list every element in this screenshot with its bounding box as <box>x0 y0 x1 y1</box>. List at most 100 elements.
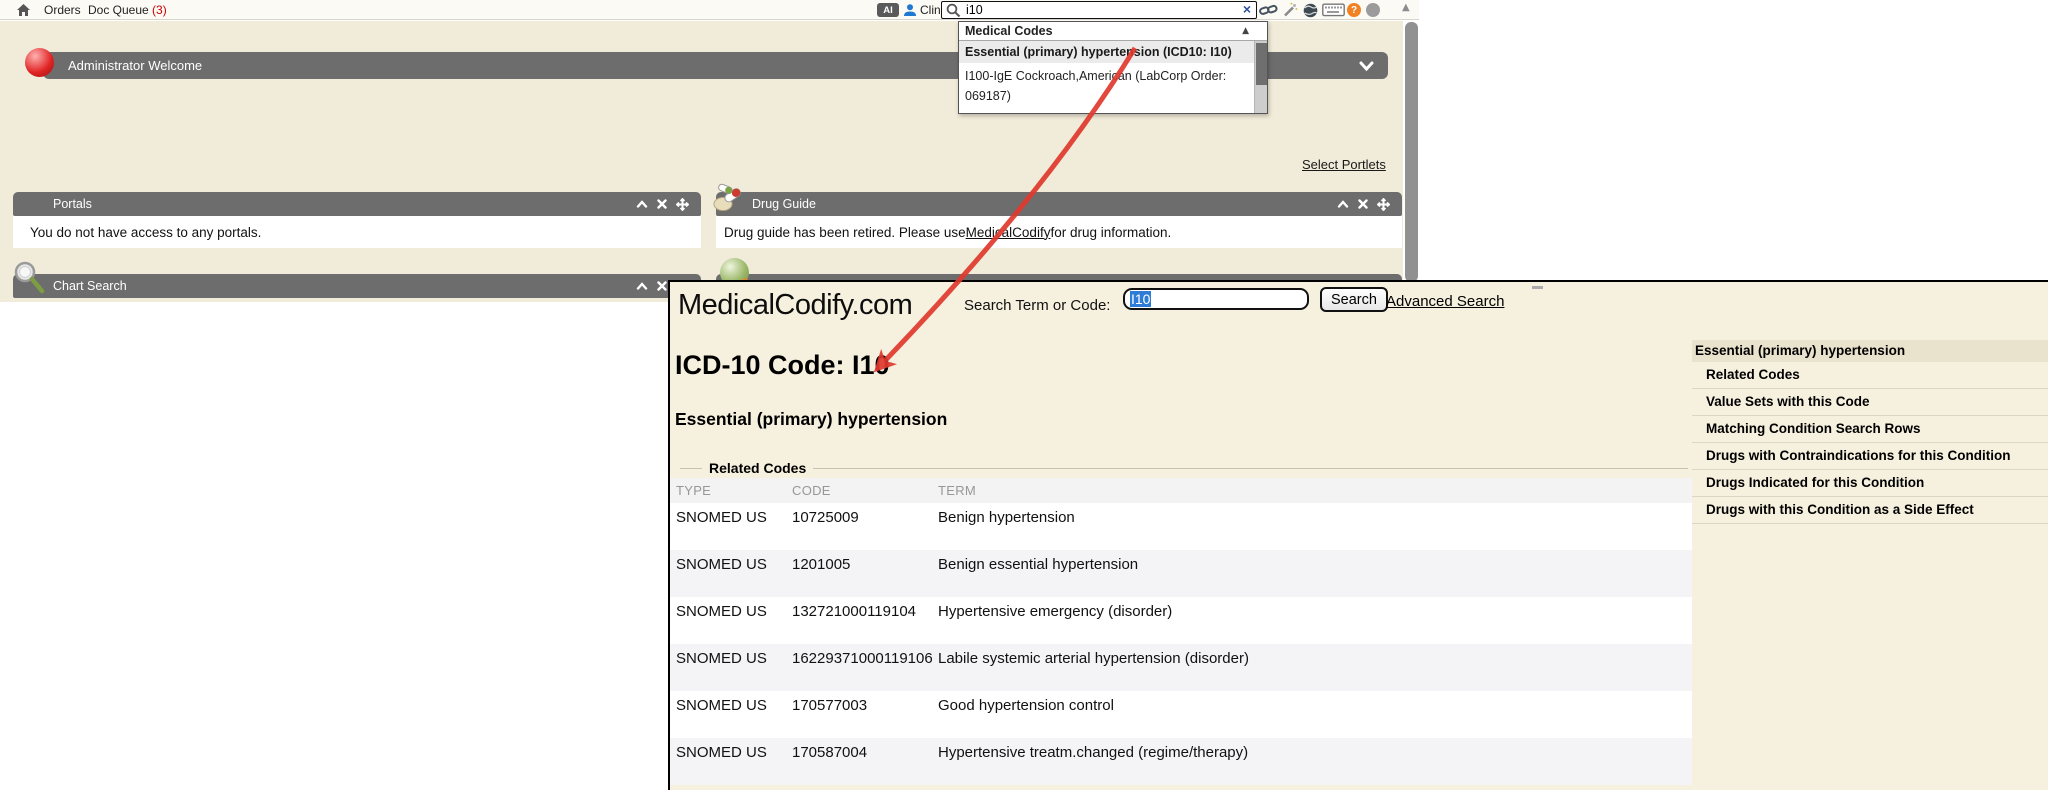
collapse-icon[interactable] <box>636 282 648 290</box>
top-toolbar: Orders Doc Queue (3) AI Clin × ? <box>0 0 1419 20</box>
sidebar-link[interactable]: Value Sets with this Code <box>1692 389 2048 416</box>
suggestion-item[interactable]: I100-IgE Cockroach,American (LabCorp Ord… <box>959 63 1255 113</box>
pills-icon <box>712 182 746 218</box>
sidebar-link[interactable]: Drugs with Contraindications for this Co… <box>1692 443 2048 470</box>
status-dot-icon <box>1366 3 1380 17</box>
table-cell: 132721000119104 <box>788 602 934 644</box>
drug-guide-text: Drug guide has been retired. Please use <box>724 225 966 240</box>
related-codes-table-body: SNOMED US10725009Benign hypertensionSNOM… <box>670 503 1692 785</box>
table-cell: 16229371000119106 <box>788 649 934 691</box>
dropdown-scrollbar[interactable] <box>1254 41 1267 113</box>
user-label: Clin <box>920 0 941 20</box>
move-icon[interactable] <box>1377 198 1390 211</box>
table-cell: Benign hypertension <box>934 508 1692 550</box>
table-row: SNOMED US10725009Benign hypertension <box>670 503 1692 550</box>
related-codes-table: TYPE CODE TERM SNOMED US10725009Benign h… <box>670 478 1692 785</box>
wand-icon[interactable] <box>1282 0 1298 20</box>
nav-doc-queue[interactable]: Doc Queue (3) <box>88 0 167 20</box>
scroll-up-arrow[interactable]: ▲ <box>1402 2 1410 13</box>
help-icon[interactable]: ? <box>1347 3 1361 17</box>
sidebar-link[interactable]: Drugs with this Condition as a Side Effe… <box>1692 497 2048 524</box>
doc-queue-label: Doc Queue <box>88 3 149 17</box>
link-icon[interactable] <box>1259 0 1278 20</box>
drug-guide-text: for drug information. <box>1050 225 1171 240</box>
portlet-title: Chart Search <box>53 279 127 293</box>
suggestion-item-selected[interactable]: Essential (primary) hypertension (ICD10:… <box>959 41 1255 63</box>
table-cell: Good hypertension control <box>934 696 1692 738</box>
col-header-type: TYPE <box>670 481 788 500</box>
portlet-drug-guide-header[interactable]: Drug Guide <box>716 192 1402 216</box>
table-row: SNOMED US170587004Hypertensive treatm.ch… <box>670 738 1692 785</box>
condition-heading: Essential (primary) hypertension <box>675 409 947 430</box>
sidebar-link[interactable]: Related Codes <box>1692 362 2048 389</box>
collapse-group-icon[interactable]: ▲ <box>1242 26 1249 36</box>
portlet-title: Drug Guide <box>752 197 816 211</box>
table-cell: SNOMED US <box>670 649 788 691</box>
col-header-term: TERM <box>934 481 1692 500</box>
vertical-scrollbar-thumb[interactable] <box>1405 22 1418 282</box>
related-codes-divider <box>680 468 1688 469</box>
nav-orders[interactable]: Orders <box>44 0 81 20</box>
user-icon[interactable] <box>903 0 917 20</box>
dropdown-scrollbar-thumb[interactable] <box>1256 43 1267 85</box>
search-input[interactable] <box>966 2 1226 17</box>
search-button[interactable]: Search <box>1320 287 1388 312</box>
table-cell: SNOMED US <box>670 508 788 550</box>
move-icon[interactable] <box>676 198 689 211</box>
overlay-sidebar-items: Related CodesValue Sets with this CodeMa… <box>1692 362 2048 524</box>
doc-queue-count: (3) <box>152 3 167 17</box>
table-row: SNOMED US1201005Benign essential hyperte… <box>670 550 1692 597</box>
site-title: MedicalCodify.com <box>678 289 912 322</box>
close-icon[interactable] <box>1358 199 1368 209</box>
window-scrollbar-stub <box>1532 286 1543 289</box>
table-cell: SNOMED US <box>670 602 788 644</box>
search-icon <box>946 3 961 23</box>
sidebar-link[interactable]: Matching Condition Search Rows <box>1692 416 2048 443</box>
code-search-input[interactable]: I10 <box>1123 288 1309 310</box>
advanced-search-link[interactable]: Advanced Search <box>1386 293 1504 310</box>
table-cell: 170587004 <box>788 743 934 785</box>
table-cell: Hypertensive emergency (disorder) <box>934 602 1692 644</box>
banner-title: Administrator Welcome <box>68 58 202 73</box>
table-cell: SNOMED US <box>670 743 788 785</box>
portlet-chart-search-header[interactable]: Chart Search <box>13 274 701 298</box>
table-row: SNOMED US16229371000119106Labile systemi… <box>670 644 1692 691</box>
chart-search-magnifier-icon <box>12 260 48 301</box>
select-portlets-link[interactable]: Select Portlets <box>1302 157 1386 172</box>
portlet-chart-search: Chart Search <box>13 274 701 298</box>
keyboard-icon[interactable] <box>1322 0 1345 20</box>
collapse-icon[interactable] <box>636 200 648 208</box>
globe-icon[interactable] <box>1303 0 1318 20</box>
table-cell: SNOMED US <box>670 696 788 738</box>
table-cell: Benign essential hypertension <box>934 555 1692 597</box>
global-search-box[interactable]: × <box>941 1 1257 19</box>
ai-badge[interactable]: AI <box>877 3 899 17</box>
icd10-code-heading: ICD-10 Code: I10 <box>675 350 890 381</box>
close-icon[interactable] <box>657 281 667 291</box>
table-cell: Labile systemic arterial hypertension (d… <box>934 649 1692 691</box>
sidebar-link[interactable]: Drugs Indicated for this Condition <box>1692 470 2048 497</box>
related-codes-legend: Related Codes <box>702 460 813 476</box>
portlet-portals: Portals You do not have access to any po… <box>13 192 701 248</box>
dropdown-group-label: Medical Codes <box>965 24 1053 38</box>
portlet-portals-body: You do not have access to any portals. <box>13 216 701 248</box>
search-suggestions-dropdown: Medical Codes ▲ Essential (primary) hype… <box>958 21 1268 114</box>
portlet-title: Portals <box>53 197 92 211</box>
selected-search-text: I10 <box>1130 291 1151 307</box>
portlet-drug-guide: Drug Guide Drug guide has been retired. … <box>716 192 1402 248</box>
chevron-down-icon[interactable] <box>1359 59 1374 74</box>
portlet-drug-guide-body: Drug guide has been retired. Please use … <box>716 216 1402 248</box>
table-cell: Hypertensive treatm.changed (regime/ther… <box>934 743 1692 785</box>
screen: Administrator Welcome Select Portlets Po… <box>0 0 2048 790</box>
medicalcodify-window: MedicalCodify.com Search Term or Code: I… <box>668 280 2048 790</box>
col-header-code: CODE <box>788 481 934 500</box>
sidebar-condition-header[interactable]: Essential (primary) hypertension <box>1692 340 2048 362</box>
table-cell: 170577003 <box>788 696 934 738</box>
search-term-label: Search Term or Code: <box>964 297 1110 314</box>
collapse-icon[interactable] <box>1337 200 1349 208</box>
portlet-portals-header[interactable]: Portals <box>13 192 701 216</box>
close-icon[interactable] <box>657 199 667 209</box>
home-icon[interactable] <box>16 0 31 20</box>
medicalcodify-link[interactable]: MedicalCodify <box>966 225 1051 240</box>
clear-icon[interactable]: × <box>1243 1 1251 17</box>
